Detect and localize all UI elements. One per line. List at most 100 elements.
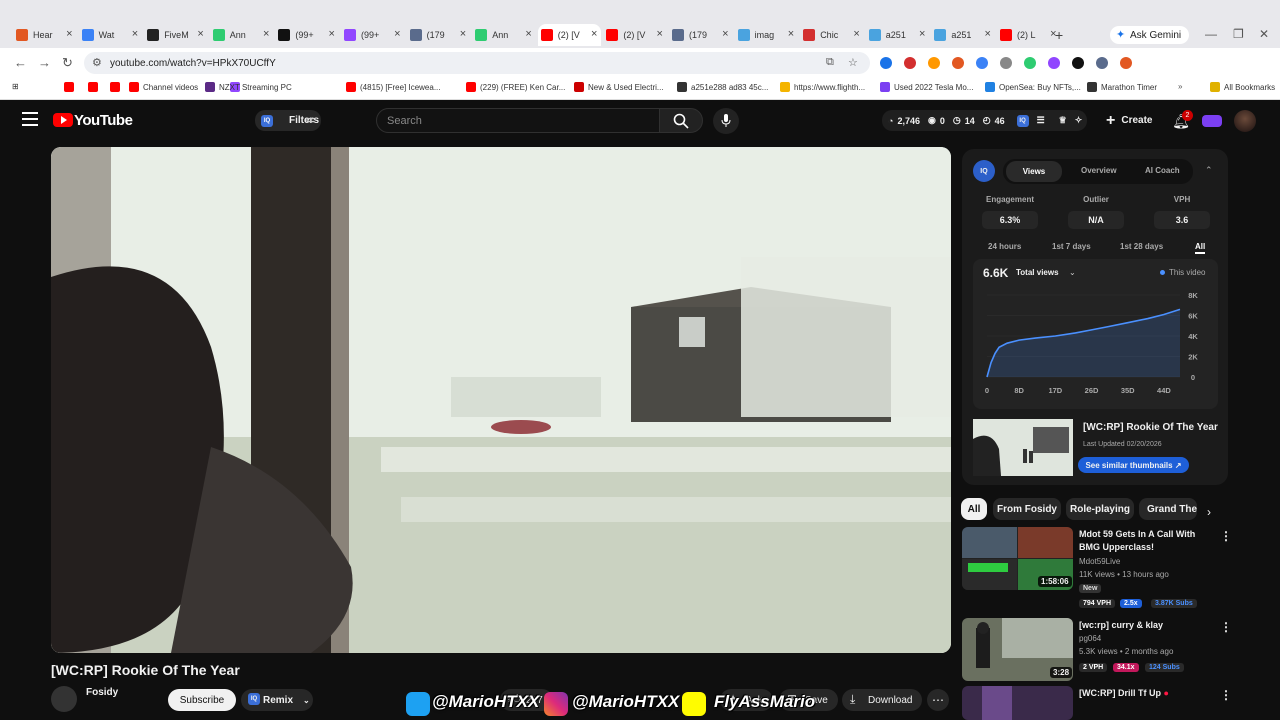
- extension-icon[interactable]: [1048, 57, 1060, 69]
- extension-badge-icon[interactable]: [1202, 115, 1222, 127]
- chip-role-playing[interactable]: Role-playing: [1066, 498, 1134, 520]
- close-tab-icon[interactable]: ×: [66, 28, 72, 40]
- more-bookmarks-icon[interactable]: »: [1178, 82, 1182, 91]
- browser-tab[interactable]: (179 ×: [669, 24, 733, 46]
- rec-title[interactable]: [WC:RP] Drill Tf Up ●: [1079, 687, 1211, 700]
- channel-avatar[interactable]: [51, 686, 77, 712]
- bookmark-item[interactable]: NZXT Streaming PC: [205, 82, 292, 92]
- chip-grand-theft[interactable]: Grand Thef: [1139, 498, 1197, 520]
- reload-icon[interactable]: ↻: [62, 55, 78, 71]
- range-24h[interactable]: 24 hours: [988, 242, 1021, 251]
- browser-tab[interactable]: imag ×: [735, 24, 799, 46]
- new-tab-button[interactable]: +: [1055, 27, 1063, 43]
- rec-thumbnail[interactable]: [962, 686, 1073, 720]
- chevron-down-icon[interactable]: ⌄: [1069, 268, 1076, 277]
- avatar[interactable]: [1234, 110, 1256, 132]
- subscribe-button[interactable]: Subscribe: [168, 689, 236, 711]
- browser-tab[interactable]: (99+ ×: [341, 24, 405, 46]
- download-button[interactable]: ⤓ Download: [842, 689, 923, 711]
- bookmark-item[interactable]: Marathon Timer: [1087, 82, 1157, 92]
- bookmark-star-icon[interactable]: ☆: [848, 56, 858, 69]
- bookmark-item[interactable]: Used 2022 Tesla Mo...: [880, 82, 973, 92]
- voice-search-button[interactable]: [713, 108, 739, 134]
- close-tab-icon[interactable]: ×: [394, 28, 400, 40]
- extension-stats-bar[interactable]: ◔ 2,746 ◉ 0 ◷ 14 ◴ 46 IQ ☰ ♕ ✧: [882, 110, 1087, 131]
- kebab-icon[interactable]: ⋮: [1220, 620, 1232, 634]
- range-all[interactable]: All: [1195, 242, 1206, 254]
- browser-tab[interactable]: a251 ×: [866, 24, 930, 46]
- search-input[interactable]: Search: [376, 108, 660, 133]
- browser-tab[interactable]: FiveM ×: [144, 24, 208, 46]
- browser-tab[interactable]: (2) L ×: [997, 24, 1061, 46]
- bookmark-item[interactable]: (229) (FREE) Ken Car...: [466, 82, 565, 92]
- browser-tab[interactable]: Ann ×: [210, 24, 274, 46]
- remix-button[interactable]: IQ Remix ⌄: [241, 689, 313, 711]
- apps-icon[interactable]: ⊞: [12, 82, 19, 91]
- bookmark-item[interactable]: a251e288 ad83 45c...: [677, 82, 768, 92]
- extension-icon[interactable]: [952, 57, 964, 69]
- tab-overview[interactable]: Overview: [1081, 166, 1117, 175]
- create-button[interactable]: + Create: [1098, 108, 1160, 133]
- metric-select[interactable]: Total views: [1016, 268, 1059, 277]
- browser-tab[interactable]: Chic ×: [800, 24, 864, 46]
- bookmark-item[interactable]: Channel videos: [129, 82, 198, 92]
- filters-button[interactable]: IQ Filters ⚌: [255, 110, 321, 131]
- extension-icon[interactable]: [1096, 57, 1108, 69]
- browser-tab[interactable]: (99+ ×: [275, 24, 339, 46]
- extension-icon[interactable]: [1000, 57, 1012, 69]
- range-7d[interactable]: 1st 7 days: [1052, 242, 1091, 251]
- rec-title[interactable]: Mdot 59 Gets In A Call With BMG Uppercla…: [1079, 528, 1211, 554]
- bookmark-item[interactable]: (4815) [Free] Icewea...: [346, 82, 440, 92]
- channel-name[interactable]: Fosidy: [86, 687, 118, 698]
- menu-icon[interactable]: [22, 112, 38, 126]
- close-tab-icon[interactable]: ×: [329, 28, 335, 40]
- browser-tab[interactable]: a251 ×: [931, 24, 995, 46]
- see-similar-thumbnails-button[interactable]: See similar thumbnails ↗: [1078, 457, 1189, 473]
- bookmark-icon[interactable]: [110, 82, 124, 92]
- close-tab-icon[interactable]: ×: [197, 28, 203, 40]
- youtube-logo-icon[interactable]: [53, 113, 73, 127]
- extension-icon[interactable]: [1024, 57, 1036, 69]
- close-tab-icon[interactable]: ×: [985, 28, 991, 40]
- youtube-wordmark[interactable]: YouTube: [74, 112, 133, 129]
- rec-channel[interactable]: Mdot59Live: [1079, 557, 1120, 566]
- browser-tab[interactable]: (179 ×: [407, 24, 471, 46]
- extension-icon[interactable]: [976, 57, 988, 69]
- close-tab-icon[interactable]: ×: [525, 28, 531, 40]
- close-tab-icon[interactable]: ×: [722, 28, 728, 40]
- bookmark-icon[interactable]: [64, 82, 78, 92]
- extension-icon[interactable]: [904, 57, 916, 69]
- search-button[interactable]: [659, 108, 703, 133]
- forward-icon[interactable]: →: [38, 55, 54, 71]
- ask-gemini-button[interactable]: ✦ Ask Gemini: [1110, 26, 1190, 44]
- close-tab-icon[interactable]: ×: [919, 28, 925, 40]
- close-tab-icon[interactable]: ×: [657, 28, 663, 40]
- install-icon[interactable]: ⧉: [826, 56, 834, 69]
- close-tab-icon[interactable]: ×: [263, 28, 269, 40]
- range-28d[interactable]: 1st 28 days: [1120, 242, 1163, 251]
- browser-tab[interactable]: Hear ×: [13, 24, 77, 46]
- bookmark-item[interactable]: https://www.flighth...: [780, 82, 865, 92]
- extension-icon[interactable]: [928, 57, 940, 69]
- extension-icon[interactable]: [1072, 57, 1084, 69]
- minimize-button[interactable]: —: [1205, 27, 1217, 41]
- rec-channel[interactable]: pg064: [1079, 634, 1101, 643]
- close-tab-icon[interactable]: ×: [132, 28, 138, 40]
- close-tab-icon[interactable]: ×: [853, 28, 859, 40]
- chip-all[interactable]: All: [961, 498, 987, 520]
- chevron-up-icon[interactable]: ⌃: [1205, 165, 1213, 176]
- close-tab-icon[interactable]: ×: [460, 28, 466, 40]
- bookmark-item[interactable]: New & Used Electri...: [574, 82, 664, 92]
- kebab-icon[interactable]: ⋮: [1220, 529, 1232, 543]
- video-player[interactable]: [51, 147, 951, 653]
- extension-icon[interactable]: [880, 57, 892, 69]
- browser-tab[interactable]: (2) [V ×: [537, 24, 602, 46]
- browser-tab[interactable]: (2) [V ×: [603, 24, 667, 46]
- rec-title[interactable]: [wc:rp] curry & klay: [1079, 619, 1211, 632]
- browser-tab[interactable]: Wat ×: [79, 24, 143, 46]
- all-bookmarks[interactable]: All Bookmarks: [1210, 82, 1275, 92]
- extension-icon[interactable]: [1120, 57, 1132, 69]
- close-tab-icon[interactable]: ×: [788, 28, 794, 40]
- site-info-icon[interactable]: ⚙: [92, 56, 102, 69]
- chip-from-channel[interactable]: From Fosidy: [993, 498, 1061, 520]
